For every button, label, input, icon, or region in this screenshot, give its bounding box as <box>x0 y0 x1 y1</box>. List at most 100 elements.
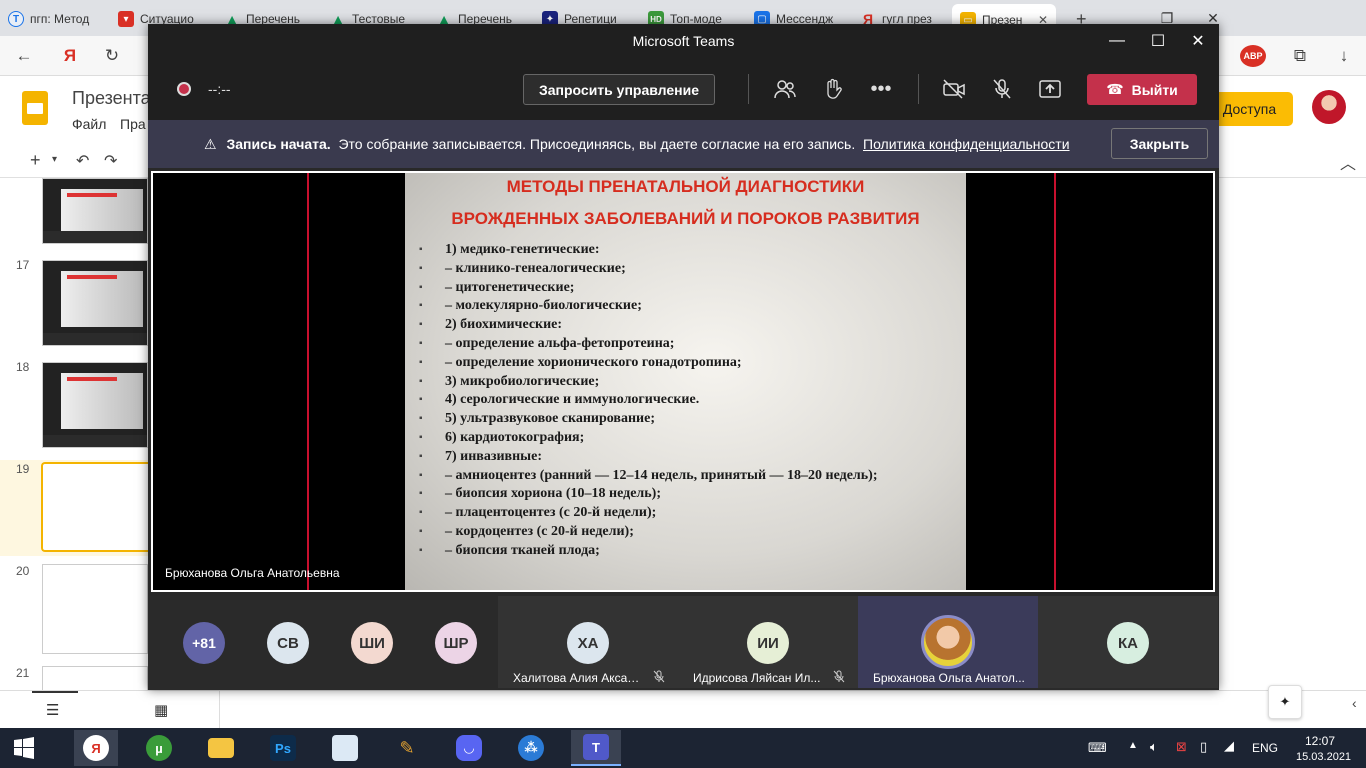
share-button[interactable]: Доступа <box>1206 92 1293 126</box>
participant-tile-speaking[interactable]: Брюханова Ольга Анатол... <box>858 596 1038 688</box>
slide-number: 19 <box>16 462 30 476</box>
participant-tile[interactable]: ХА Халитова Алия Аксан... <box>498 596 678 688</box>
yandex-logo-icon[interactable]: Я <box>58 44 82 68</box>
menu-file[interactable]: Файл <box>72 116 106 132</box>
more-options-icon[interactable]: ••• <box>866 74 896 104</box>
mic-off-icon <box>653 670 667 684</box>
more-participants-button[interactable]: +81 <box>183 622 225 664</box>
slide-bullet: – цитогенетические; <box>419 279 959 298</box>
slide-bullet: – амниоцентез (ранний — 12–14 недель, пр… <box>419 467 959 486</box>
slide-bullet: 2) биохимические: <box>419 316 959 335</box>
recording-banner: ⚠ Запись начата. Это собрание записывает… <box>148 120 1219 168</box>
slide-bullet: – определение альфа-фетопротеина; <box>419 335 959 354</box>
undo-icon[interactable]: ↶ <box>76 151 89 171</box>
network-app-icon[interactable]: ⁂ <box>509 730 553 766</box>
file-explorer-icon[interactable] <box>199 730 243 766</box>
slide-title-line2: ВРОЖДЕННЫХ ЗАБОЛЕВАНИЙ И ПОРОКОВ РАЗВИТИ… <box>451 209 920 228</box>
maps-icon[interactable] <box>323 730 367 766</box>
back-icon[interactable]: ← <box>12 44 36 68</box>
minimize-icon[interactable]: — <box>1104 29 1130 53</box>
participant-avatar: ХА <box>567 622 609 664</box>
utorrent-icon[interactable]: µ <box>137 730 181 766</box>
presentation-title[interactable]: Презента <box>72 88 151 109</box>
tutor-icon: T <box>8 11 24 27</box>
slide-thumbnail-selected[interactable] <box>41 462 148 552</box>
participant-photo <box>921 615 975 669</box>
participant-tile[interactable]: КА <box>1038 596 1218 688</box>
language-indicator[interactable]: ENG <box>1252 741 1278 755</box>
slide-bullet: 4) серологические и иммунологические. <box>419 391 959 410</box>
mic-off-icon <box>833 670 847 684</box>
shared-screen: МЕТОДЫ ПРЕНАТАЛЬНОЙ ДИАГНОСТИКИ ВРОЖДЕНН… <box>151 171 1215 592</box>
participant-avatar[interactable]: ШР <box>435 622 477 664</box>
menu-edit[interactable]: Пра <box>120 116 146 132</box>
avatar[interactable] <box>1312 90 1346 124</box>
keyboard-icon[interactable]: ⌨ <box>1088 740 1107 756</box>
slides-logo-icon[interactable] <box>22 91 48 125</box>
shared-slide: МЕТОДЫ ПРЕНАТАЛЬНОЙ ДИАГНОСТИКИ ВРОЖДЕНН… <box>405 173 966 590</box>
divider <box>307 173 309 590</box>
recording-icon <box>177 82 191 96</box>
tray-chevron-icon[interactable]: ▲ <box>1128 740 1138 751</box>
participant-tile[interactable]: ИИ Идрисова Ляйсан Ил... <box>678 596 858 688</box>
teams-icon[interactable]: T <box>571 730 621 766</box>
participants-icon[interactable] <box>770 74 800 104</box>
browser-tab[interactable]: T пгп: Метод <box>0 6 108 32</box>
redo-icon[interactable]: ↷ <box>104 151 117 171</box>
participant-avatar[interactable]: СВ <box>267 622 309 664</box>
clock-time[interactable]: 12:07 <box>1305 734 1335 748</box>
battery-icon[interactable]: ▯ <box>1200 739 1207 755</box>
chevron-left-icon[interactable]: ‹ <box>1352 695 1357 711</box>
close-banner-button[interactable]: Закрыть <box>1111 128 1208 159</box>
participant-avatar[interactable]: ШИ <box>351 622 393 664</box>
security-alert-icon[interactable]: ⊠ <box>1176 739 1187 755</box>
raise-hand-icon[interactable] <box>818 74 848 104</box>
wifi-icon[interactable]: ◢ <box>1224 738 1234 754</box>
privacy-policy-link[interactable]: Политика конфиденциальности <box>863 136 1070 152</box>
slide-thumbnail[interactable] <box>42 564 148 654</box>
share-screen-icon[interactable] <box>1035 74 1065 104</box>
slide-number: 20 <box>16 564 30 578</box>
slide-thumbnail[interactable] <box>42 666 148 690</box>
meeting-timer: --:-- <box>208 81 231 97</box>
chevron-down-icon[interactable]: ▾ <box>52 154 57 165</box>
filmstrip-view-icon[interactable]: ☰ <box>46 701 59 719</box>
extensions-icon[interactable]: ⧉ <box>1288 44 1312 68</box>
windows-start-icon[interactable] <box>2 730 46 766</box>
add-slide-icon[interactable]: + <box>30 150 41 171</box>
slide-number: 17 <box>16 258 30 272</box>
banner-bold-text: Запись начата. <box>226 136 331 152</box>
slide-number: 21 <box>16 666 30 680</box>
participant-name: Халитова Алия Аксан... <box>513 671 643 685</box>
presenter-name: Брюханова Ольга Анатольевна <box>165 566 340 580</box>
participant-name: Брюханова Ольга Анатол... <box>873 671 1025 685</box>
slide-thumbnail[interactable] <box>42 362 148 448</box>
discord-icon[interactable]: ◡ <box>447 730 491 766</box>
divider <box>1054 173 1056 590</box>
participants-strip: +81 СВ ШИ ШР ХА Халитова Алия Аксан... И… <box>148 596 1219 690</box>
slide-bullet: – кордоцентез (с 20-й недели); <box>419 523 959 542</box>
clock-date[interactable]: 15.03.2021 <box>1296 751 1351 763</box>
tab-label: пгп: Метод <box>30 12 90 26</box>
reload-icon[interactable]: ↻ <box>100 44 124 68</box>
mic-off-icon[interactable] <box>987 74 1017 104</box>
adblock-badge-icon[interactable]: ABP <box>1240 45 1266 67</box>
collapse-icon[interactable]: ︿ <box>1340 150 1356 174</box>
request-control-button[interactable]: Запросить управление <box>523 74 715 105</box>
banner-text: Это собрание записывается. Присоединяясь… <box>338 136 856 152</box>
pencil-icon[interactable]: ✎ <box>385 730 429 766</box>
grid-view-icon[interactable]: ▦ <box>154 701 168 719</box>
photoshop-icon[interactable]: Ps <box>261 730 305 766</box>
close-icon[interactable]: ✕ <box>1185 29 1211 53</box>
explore-icon[interactable]: ✦ <box>1268 685 1302 719</box>
download-icon[interactable]: ↓ <box>1332 44 1356 68</box>
leave-button[interactable]: ☎ Выйти <box>1087 74 1197 105</box>
slide-thumbnail[interactable] <box>42 178 148 244</box>
camera-off-icon[interactable] <box>939 74 969 104</box>
yandex-browser-icon[interactable]: Я <box>74 730 118 766</box>
volume-icon[interactable]: 🔈︎ <box>1150 739 1158 755</box>
slide-thumbnail[interactable] <box>42 260 148 346</box>
slide-bullet: – клинико-генеалогические; <box>419 260 959 279</box>
maximize-icon[interactable]: ☐ <box>1145 29 1171 53</box>
slide-bullet: 1) медико-генетические: <box>419 241 959 260</box>
